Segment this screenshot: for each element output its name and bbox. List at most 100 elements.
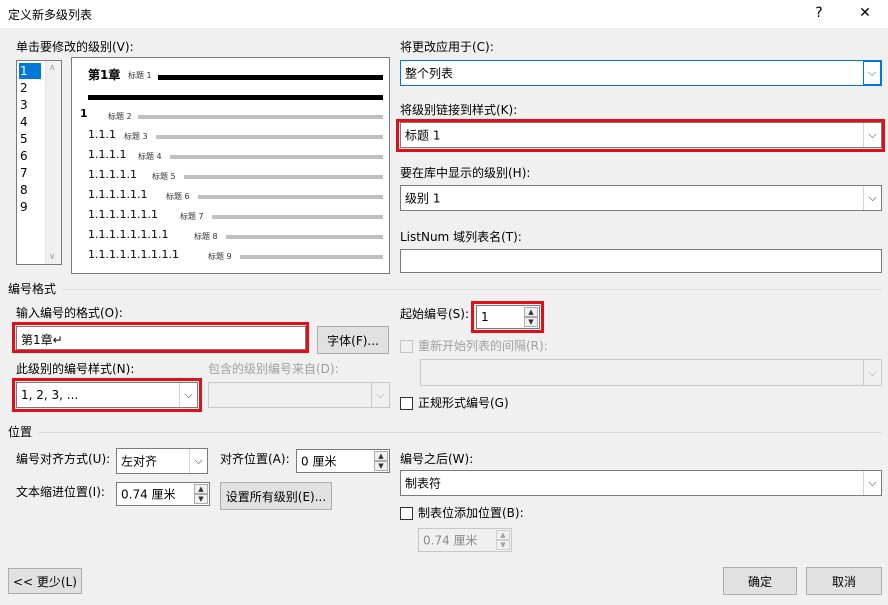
listnum-label: ListNum 域列表名(T): [400,230,522,244]
preview-number: 1.1.1.1.1.1.1.1 [88,228,169,241]
spin-up-icon[interactable]: ▲ [194,484,208,494]
tab-stop-spinner: 0.74 厘米 ▲ ▼ [418,528,512,552]
help-icon[interactable]: ? [796,0,842,28]
apply-to-label: 将更改应用于(C): [400,40,494,54]
link-style-dropdown[interactable]: 标题 1 ⌵ [400,122,882,148]
indent-value: 0.74 厘米 [121,487,176,502]
chevron-down-icon[interactable]: ⌵ [189,449,207,473]
chevron-down-icon[interactable]: ⌵ [863,61,881,85]
preview-number: 1 [80,107,88,120]
level-list[interactable]: 1 2 3 4 5 6 7 8 9 ∧ ∨ [16,60,62,265]
chevron-down-icon: ⌵ [863,360,881,385]
gallery-level-value: 级别 1 [405,191,441,206]
include-level-label: 包含的级别编号来自(D): [208,362,339,376]
spin-down-icon[interactable]: ▼ [374,461,388,471]
preview-style: 标题 8 [194,232,218,241]
follow-number-dropdown[interactable]: 制表符 ⌵ [400,470,882,496]
section-numbering-format: 编号格式 [8,282,57,296]
levels-label: 单击要修改的级别(V): [16,40,134,54]
tab-stop-label: 制表位添加位置(B): [418,506,524,520]
align-label: 编号对齐方式(U): [16,452,111,466]
section-divider [38,432,882,433]
level-item[interactable]: 7 [19,165,41,181]
preview-line [198,195,383,199]
preview-style: 标题 6 [166,192,190,201]
preview-line [138,115,383,119]
section-position: 位置 [8,425,33,439]
chevron-down-icon[interactable]: ⌵ [863,471,881,495]
aligned-at-spinner[interactable]: 0 厘米 ▲ ▼ [296,449,390,473]
font-button[interactable]: 字体(F)... [317,326,389,354]
tab-stop-checkbox[interactable] [400,507,413,520]
level-item[interactable]: 9 [19,199,41,215]
preview-line [170,155,383,159]
preview-number: 1.1.1 [88,128,116,141]
level-item[interactable]: 3 [19,97,41,113]
link-style-label: 将级别链接到样式(K): [400,103,518,117]
apply-to-dropdown[interactable]: 整个列表 ⌵ [400,60,882,86]
start-at-spinner[interactable]: 1 ▲ ▼ [476,305,540,329]
preview-line [88,95,383,100]
preview-line [184,175,383,179]
preview-line [212,215,383,219]
follow-number-label: 编号之后(W): [400,452,474,466]
close-icon[interactable]: ✕ [842,0,888,28]
preview-line [156,135,383,139]
start-at-value: 1 [481,310,489,324]
level-item[interactable]: 5 [19,131,41,147]
aligned-at-value: 0 厘米 [301,454,337,469]
spin-down-icon[interactable]: ▼ [524,317,538,327]
preview-number: 1.1.1.1 [88,148,127,161]
number-style-label: 此级别的编号样式(N): [16,362,135,376]
chevron-down-icon[interactable]: ⌵ [179,383,197,407]
preview-style: 标题 9 [208,252,232,261]
title-bar: 定义新多级列表 ? ✕ [0,0,888,28]
ok-button[interactable]: 确定 [723,567,797,595]
section-divider [62,289,882,290]
preview-style: 标题 3 [124,132,148,141]
gallery-level-dropdown[interactable]: 级别 1 ⌵ [400,185,882,211]
spin-up-icon[interactable]: ▲ [374,451,388,461]
level-item[interactable]: 1 [19,63,41,79]
scroll-down-icon[interactable]: ∨ [49,252,56,262]
level-item[interactable]: 6 [19,148,41,164]
align-value: 左对齐 [121,454,158,469]
spin-down-icon[interactable]: ▼ [194,494,208,504]
restart-dropdown: ⌵ [420,359,882,386]
format-input[interactable]: 第1章↵ [16,326,306,350]
spin-up-icon: ▲ [496,530,510,540]
set-all-levels-button[interactable]: 设置所有级别(E)... [220,482,332,510]
align-dropdown[interactable]: 左对齐 ⌵ [116,448,208,474]
scroll-up-icon[interactable]: ∧ [49,63,56,73]
preview-line [240,255,383,259]
level-preview: 第1章 标题 1 1 标题 2 1.1.1 标题 3 1.1.1.1 标题 4 … [71,57,390,274]
tab-stop-value: 0.74 厘米 [423,533,478,548]
preview-number: 1.1.1.1.1.1.1 [88,208,158,221]
preview-style: 标题 7 [180,212,204,221]
less-button[interactable]: << 更少(L) [8,568,82,594]
chevron-down-icon: ⌵ [371,383,389,407]
cancel-button[interactable]: 取消 [806,567,882,595]
number-style-dropdown[interactable]: 1, 2, 3, ... ⌵ [16,382,198,408]
chevron-down-icon[interactable]: ⌵ [863,123,881,147]
level-item[interactable]: 2 [19,80,41,96]
format-label: 输入编号的格式(O): [16,306,123,320]
format-value: 第1章↵ [21,333,63,347]
spin-up-icon[interactable]: ▲ [524,307,538,317]
restart-checkbox [400,340,413,353]
listnum-input[interactable] [400,249,882,273]
apply-to-value: 整个列表 [405,66,454,81]
level-item[interactable]: 8 [19,182,41,198]
include-level-dropdown: ⌵ [208,382,390,408]
indent-spinner[interactable]: 0.74 厘米 ▲ ▼ [116,482,210,506]
preview-style: 标题 1 [128,71,152,80]
preview-number: 1.1.1.1.1.1.1.1.1 [88,248,179,261]
preview-style: 标题 4 [138,152,162,161]
chevron-down-icon[interactable]: ⌵ [863,186,881,210]
legal-numbering-checkbox[interactable] [400,397,413,410]
level-item[interactable]: 4 [19,114,41,130]
level-list-scrollbar[interactable]: ∧ ∨ [45,61,61,264]
legal-numbering-label: 正规形式编号(G) [418,396,509,410]
link-style-value: 标题 1 [405,128,441,143]
preview-line [226,235,383,239]
